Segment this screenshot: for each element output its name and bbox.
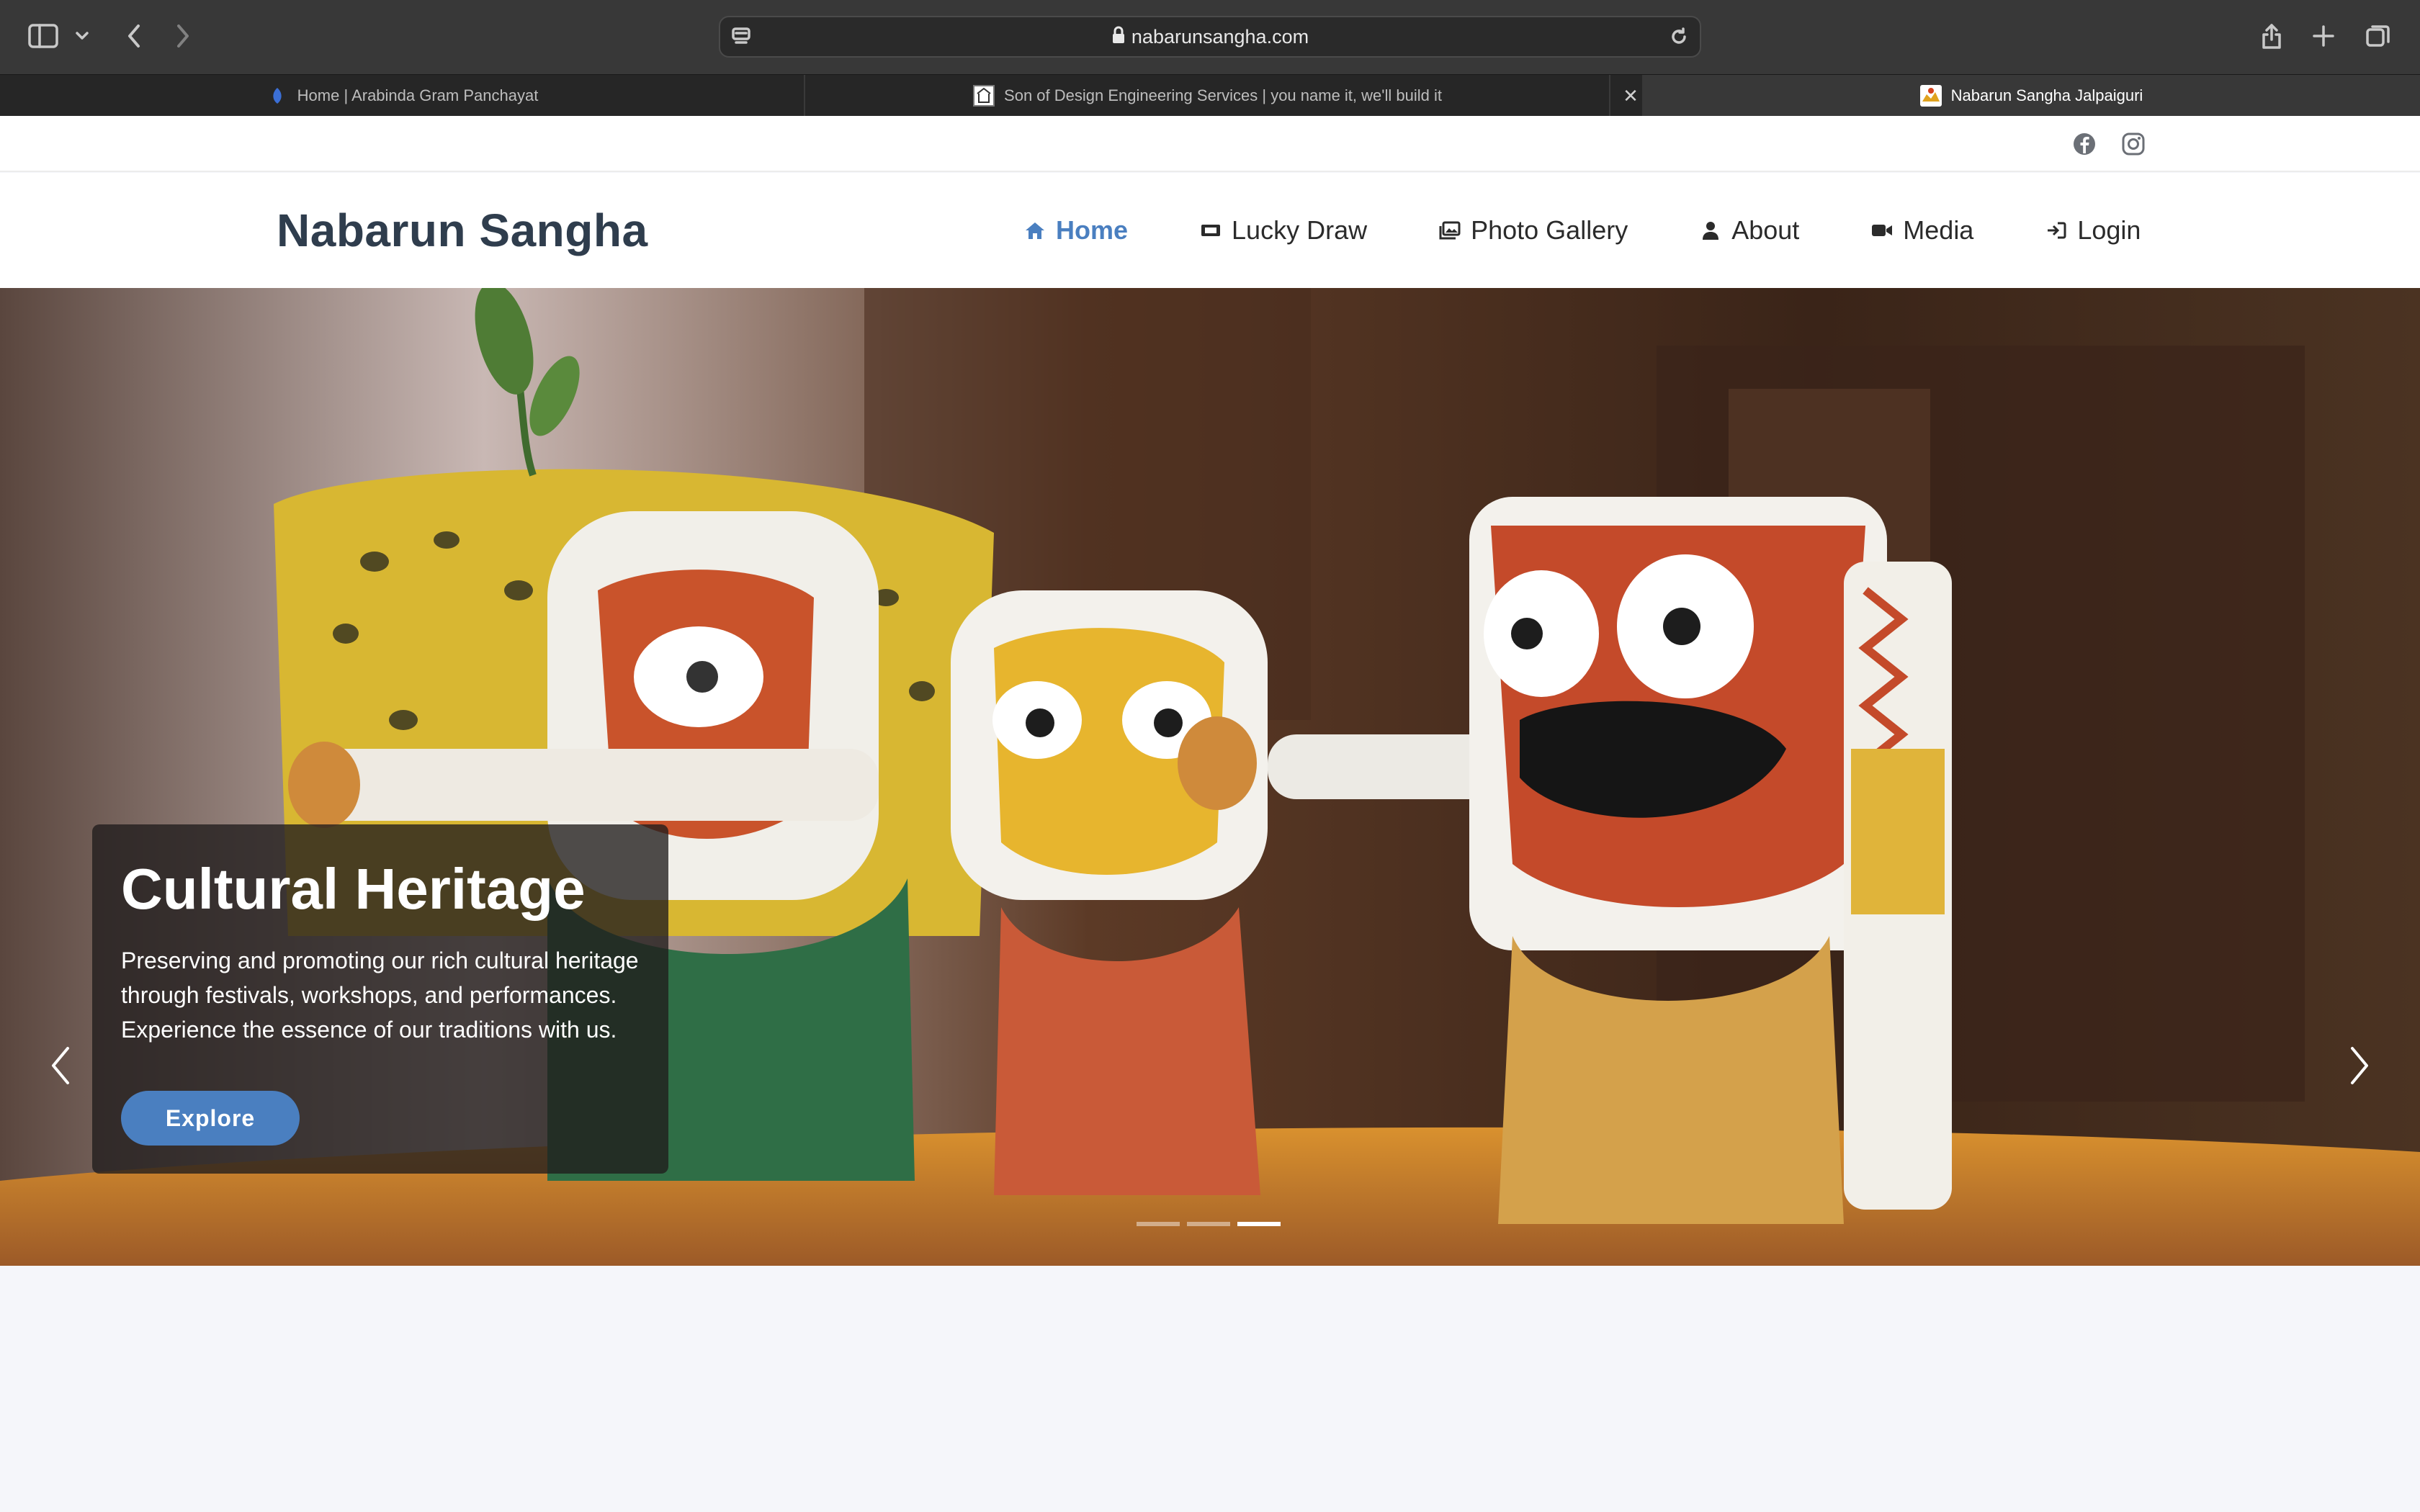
video-icon: [1870, 218, 1894, 243]
tab-bar: Home | Arabinda Gram Panchayat Son of De…: [0, 74, 2420, 117]
social-strip: [0, 116, 2420, 172]
forward-icon[interactable]: [169, 20, 197, 52]
carousel-indicator-3[interactable]: [1237, 1222, 1281, 1226]
home-icon: [1023, 218, 1047, 243]
tab-title: Son of Design Engineering Services | you…: [1004, 86, 1442, 104]
address-bar[interactable]: nabarunsangha.com: [719, 16, 1701, 58]
tab-title: Nabarun Sangha Jalpaiguri: [1950, 86, 2143, 104]
sidebar-icon[interactable]: [26, 22, 60, 50]
nav-about[interactable]: About: [1698, 209, 1799, 252]
share-icon[interactable]: [2256, 19, 2287, 53]
site-brand[interactable]: Nabarun Sangha: [277, 200, 648, 261]
carousel-prev-arrow[interactable]: [32, 1030, 89, 1102]
nav-label: Lucky Draw: [1232, 215, 1368, 245]
carousel-indicator-2[interactable]: [1187, 1222, 1230, 1226]
carousel-indicators: [1137, 1222, 1288, 1226]
page-content-area: [0, 1266, 2420, 1512]
url-text: nabarunsangha.com: [1131, 26, 1309, 48]
url-display: nabarunsangha.com: [720, 17, 1700, 56]
nav-home[interactable]: Home: [1023, 209, 1128, 252]
nav-label: About: [1731, 215, 1800, 245]
tab-title: Home | Arabinda Gram Panchayat: [297, 86, 539, 104]
carousel-indicator-1[interactable]: [1137, 1222, 1180, 1226]
main-nav: Home Lucky Draw Photo Gallery About Medi…: [1023, 209, 2141, 252]
nav-label: Home: [1056, 215, 1129, 245]
close-icon[interactable]: ✕: [1618, 75, 1644, 117]
tab-nabarun-sangha[interactable]: Nabarun Sangha Jalpaiguri: [1642, 75, 2420, 117]
site-header: Nabarun Sangha Home Lucky Draw Photo Gal…: [0, 173, 2420, 288]
nav-label: Media: [1903, 215, 1974, 245]
facebook-icon[interactable]: [2070, 130, 2099, 158]
tab-son-of-design[interactable]: Son of Design Engineering Services | you…: [805, 75, 1610, 117]
chevron-down-icon[interactable]: [72, 26, 92, 46]
hero-title: Cultural Heritage: [121, 857, 586, 921]
login-icon: [2044, 218, 2069, 243]
tab-overview-icon[interactable]: [2362, 20, 2394, 52]
images-icon: [1438, 218, 1462, 243]
nav-login[interactable]: Login: [2044, 209, 2141, 252]
tab-arabinda[interactable]: Home | Arabinda Gram Panchayat: [0, 75, 805, 117]
back-icon[interactable]: [120, 20, 148, 52]
lock-icon: [1111, 19, 1126, 58]
new-tab-icon[interactable]: [2309, 22, 2338, 50]
browser-toolbar: nabarunsangha.com: [0, 0, 2420, 74]
ticket-icon: [1198, 218, 1223, 243]
carousel-next-arrow[interactable]: [2331, 1030, 2388, 1102]
building-favicon-icon: [972, 84, 995, 107]
nav-lucky-draw[interactable]: Lucky Draw: [1198, 209, 1367, 252]
reload-icon[interactable]: [1667, 24, 1691, 49]
nav-label: Photo Gallery: [1471, 215, 1628, 245]
user-icon: [1698, 218, 1723, 243]
instagram-icon[interactable]: [2119, 130, 2148, 158]
nav-photo-gallery[interactable]: Photo Gallery: [1438, 209, 1628, 252]
nav-label: Login: [2077, 215, 2141, 245]
panchayat-favicon-icon: [266, 84, 289, 107]
hero-description: Preserving and promoting our rich cultur…: [121, 948, 639, 1043]
explore-button[interactable]: Explore: [121, 1091, 300, 1146]
nabarun-favicon-icon: [1919, 84, 1942, 107]
hero-caption: Cultural Heritage Preserving and promoti…: [92, 824, 668, 1174]
nav-media[interactable]: Media: [1870, 209, 1973, 252]
